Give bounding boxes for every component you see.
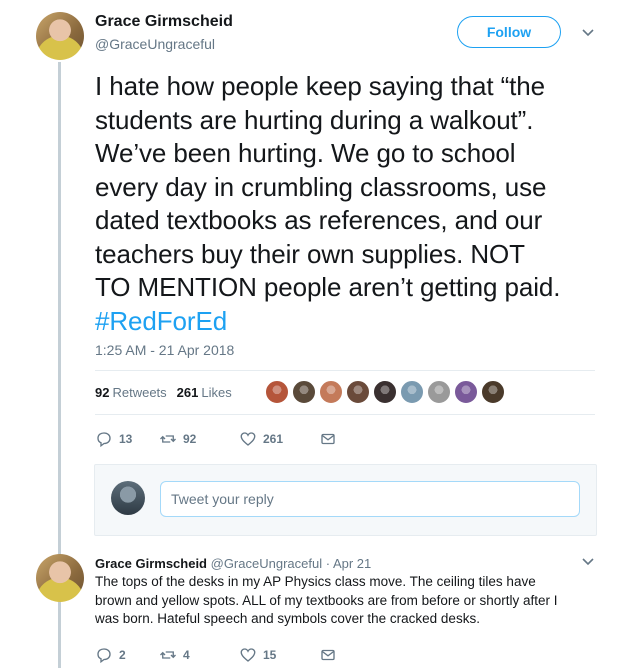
reply-line: was born. Hateful speech and symbols cov… — [95, 611, 480, 626]
liker-avatar[interactable] — [373, 380, 397, 404]
divider — [95, 370, 595, 371]
tweet-timestamp[interactable]: 1:25 AM - 21 Apr 2018 — [95, 342, 234, 358]
liker-avatar[interactable] — [454, 380, 478, 404]
chevron-down-icon[interactable] — [581, 26, 595, 40]
liker-avatars — [265, 380, 508, 404]
like-action[interactable]: 261 — [239, 430, 319, 448]
like-count: 261 — [263, 432, 284, 446]
tweet-line: We’ve been hurting. We go to school — [95, 138, 516, 168]
tweet-text: I hate how people keep saying that “the … — [95, 70, 615, 338]
reply-separator: · — [325, 556, 331, 571]
liker-avatar[interactable] — [481, 380, 505, 404]
retweets-stat[interactable]: 92 Retweets — [95, 385, 167, 400]
retweet-icon — [160, 435, 176, 443]
dm-action[interactable] — [319, 646, 337, 664]
retweet-icon — [160, 651, 176, 659]
likes-label: Likes — [201, 385, 232, 400]
current-user-avatar — [111, 481, 145, 515]
hashtag-link[interactable]: #RedForEd — [95, 305, 615, 339]
liker-avatar[interactable] — [292, 380, 316, 404]
author-avatar[interactable] — [36, 12, 84, 60]
retweet-count: 4 — [183, 648, 190, 662]
reply-action[interactable]: 2 — [95, 646, 159, 664]
tweet-line: I hate how people keep saying that “the — [95, 71, 545, 101]
reply-line: brown and yellow spots. ALL of my textbo… — [95, 592, 558, 608]
reply-text: The tops of the desks in my AP Physics c… — [95, 573, 595, 629]
like-count: 15 — [263, 648, 277, 662]
reply-icon — [97, 432, 111, 448]
tweet-line: students are hurting during a walkout”. — [95, 104, 534, 135]
follow-button[interactable]: Follow — [457, 16, 561, 48]
reply-actions: 2 4 15 — [95, 646, 337, 664]
liker-avatar[interactable] — [265, 380, 289, 404]
reply-author-name[interactable]: Grace Girmscheid — [95, 556, 207, 571]
retweet-action[interactable]: 4 — [159, 646, 239, 664]
liker-avatar[interactable] — [346, 380, 370, 404]
tweet-line: teachers buy their own supplies. NOT — [95, 238, 525, 269]
reply-input[interactable]: Tweet your reply — [160, 481, 580, 517]
retweet-count: 92 — [183, 432, 197, 446]
reply-action[interactable]: 13 — [95, 430, 159, 448]
likes-count: 261 — [176, 385, 199, 400]
reply-composer: Tweet your reply — [94, 464, 597, 536]
reply-author-handle[interactable]: @GraceUngraceful — [211, 556, 322, 571]
tweet-line: every day in crumbling classrooms, use — [95, 171, 547, 202]
reply-author-avatar[interactable] — [36, 554, 84, 602]
reply-header: Grace Girmscheid @GraceUngraceful · Apr … — [95, 556, 371, 571]
heart-icon — [240, 648, 256, 662]
reply-date[interactable]: Apr 21 — [333, 556, 371, 571]
reply-icon — [97, 648, 111, 664]
like-action[interactable]: 15 — [239, 646, 319, 664]
tweet-actions: 13 92 261 — [95, 430, 337, 448]
heart-icon — [240, 432, 256, 446]
liker-avatar[interactable] — [427, 380, 451, 404]
retweets-label: Retweets — [112, 385, 167, 400]
envelope-icon — [321, 433, 335, 445]
reply-count: 13 — [119, 432, 133, 446]
author-name[interactable]: Grace Girmscheid — [95, 13, 233, 31]
liker-avatar[interactable] — [319, 380, 343, 404]
retweets-count: 92 — [95, 385, 110, 400]
tweet-line: TO MENTION people aren’t getting paid. — [95, 272, 561, 302]
chevron-down-icon[interactable] — [581, 555, 595, 569]
author-handle[interactable]: @GraceUngraceful — [95, 36, 215, 52]
tweet-line: dated textbooks as references, and our — [95, 205, 543, 235]
engagement-stats: 92 Retweets 261 Likes — [95, 385, 232, 400]
envelope-icon — [321, 649, 335, 661]
retweet-action[interactable]: 92 — [159, 430, 239, 448]
reply-line: The tops of the desks in my AP Physics c… — [95, 574, 536, 589]
liker-avatar[interactable] — [400, 380, 424, 404]
divider — [95, 414, 595, 415]
dm-action[interactable] — [319, 430, 337, 448]
reply-count: 2 — [119, 648, 126, 662]
likes-stat[interactable]: 261 Likes — [177, 385, 232, 400]
